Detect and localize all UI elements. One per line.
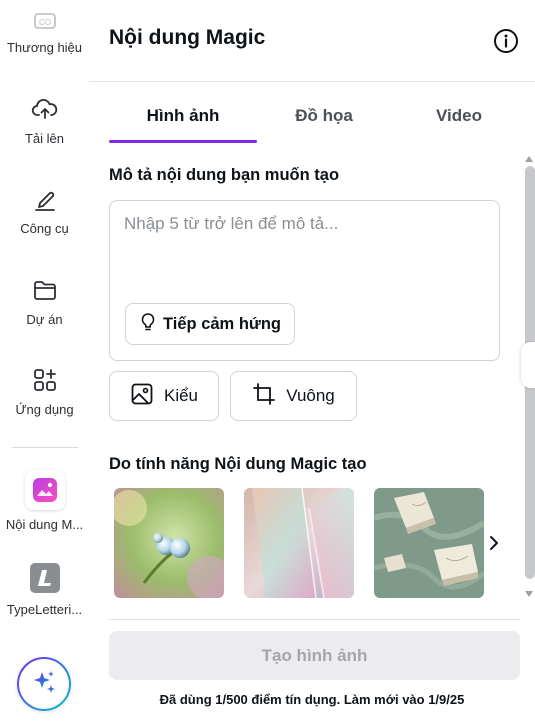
credits-status: Đã dùng 1/500 điểm tín dụng. Làm mới vào… [159,692,465,707]
inspire-button[interactable]: Tiếp cảm hứng [125,303,295,345]
rail-item-typelettering[interactable]: TypeLetteri... [0,563,89,617]
aspect-ratio-button[interactable]: Vuông [230,371,357,421]
rail-divider [12,447,78,448]
panel-title: Nội dung Magic [109,26,266,49]
scroll-down-arrow-icon[interactable] [524,585,534,597]
gallery-thumbnail-marble[interactable] [374,488,484,598]
gallery-next-button[interactable] [486,532,502,554]
magic-media-panel: Nội dung Magic Hình ảnh Đồ họa Video Mô … [89,0,535,728]
tab-images[interactable]: Hình ảnh [109,106,257,142]
left-rail: CO Thương hiệu Tải lên Công cụ Dự án Ứng… [0,0,89,728]
prompt-label: Mô tả nội dung bạn muốn tạo [109,166,340,184]
crop-icon [252,382,276,411]
cloud-upload-icon [31,95,59,123]
typelettering-app-icon [29,563,60,593]
apps-grid-icon [31,366,59,394]
magic-sparkles-button[interactable] [17,657,71,711]
svg-text:CO: CO [39,18,51,27]
rail-item-projects[interactable]: Dự án [0,276,89,327]
rail-label-typelettering: TypeLetteri... [6,602,83,617]
header-divider [89,81,535,82]
sparkles-icon [30,668,58,701]
rail-label-tools: Công cụ [20,221,69,236]
folder-icon [31,276,59,304]
rail-label-projects: Dự án [26,312,63,327]
style-button[interactable]: Kiểu [109,371,219,421]
style-label: Kiểu [163,386,199,405]
scroll-up-arrow-icon[interactable] [524,150,534,162]
rail-label-apps: Ứng dụng [15,402,74,417]
pen-tool-icon [31,185,59,213]
info-button[interactable] [493,28,519,54]
image-glass-panels [244,488,354,598]
tab-video[interactable]: Video [389,106,529,142]
rail-label-magic-media: Nội dung M... [5,517,84,532]
footer-divider [109,619,520,620]
lightbulb-icon [139,312,157,337]
magic-media-app-icon [24,470,65,510]
tab-graphics[interactable]: Đồ họa [249,106,399,142]
rail-label-upload: Tải lên [24,131,65,146]
inspire-label: Tiếp cảm hứng [163,314,281,333]
brand-icon: CO [31,6,59,34]
rail-item-upload[interactable]: Tải lên [0,95,89,146]
generate-image-button[interactable]: Tạo hình ảnh [109,631,520,680]
gallery-row [114,488,494,600]
image-icon [130,382,154,411]
aspect-ratio-label: Vuông [286,386,335,405]
image-dewdrop [114,488,224,598]
active-tab-indicator [109,140,257,143]
gallery-thumbnail-dewdrop[interactable] [114,488,224,598]
prompt-input[interactable] [124,214,484,294]
rail-label-brand: Thương hiệu [6,40,83,55]
rail-item-apps[interactable]: Ứng dụng [0,366,89,417]
gallery-thumbnail-glass[interactable] [244,488,354,598]
gallery-label: Do tính năng Nội dung Magic tạo [109,455,367,473]
info-icon [493,29,519,58]
panel-collapse-handle[interactable] [521,342,535,388]
prompt-box: Tiếp cảm hứng [109,200,500,361]
rail-item-brand[interactable]: CO Thương hiệu [0,6,89,55]
image-marble [374,488,484,598]
rail-item-magic-media[interactable]: Nội dung M... [0,470,89,532]
chevron-right-icon [486,536,502,558]
rail-item-tools[interactable]: Công cụ [0,185,89,236]
